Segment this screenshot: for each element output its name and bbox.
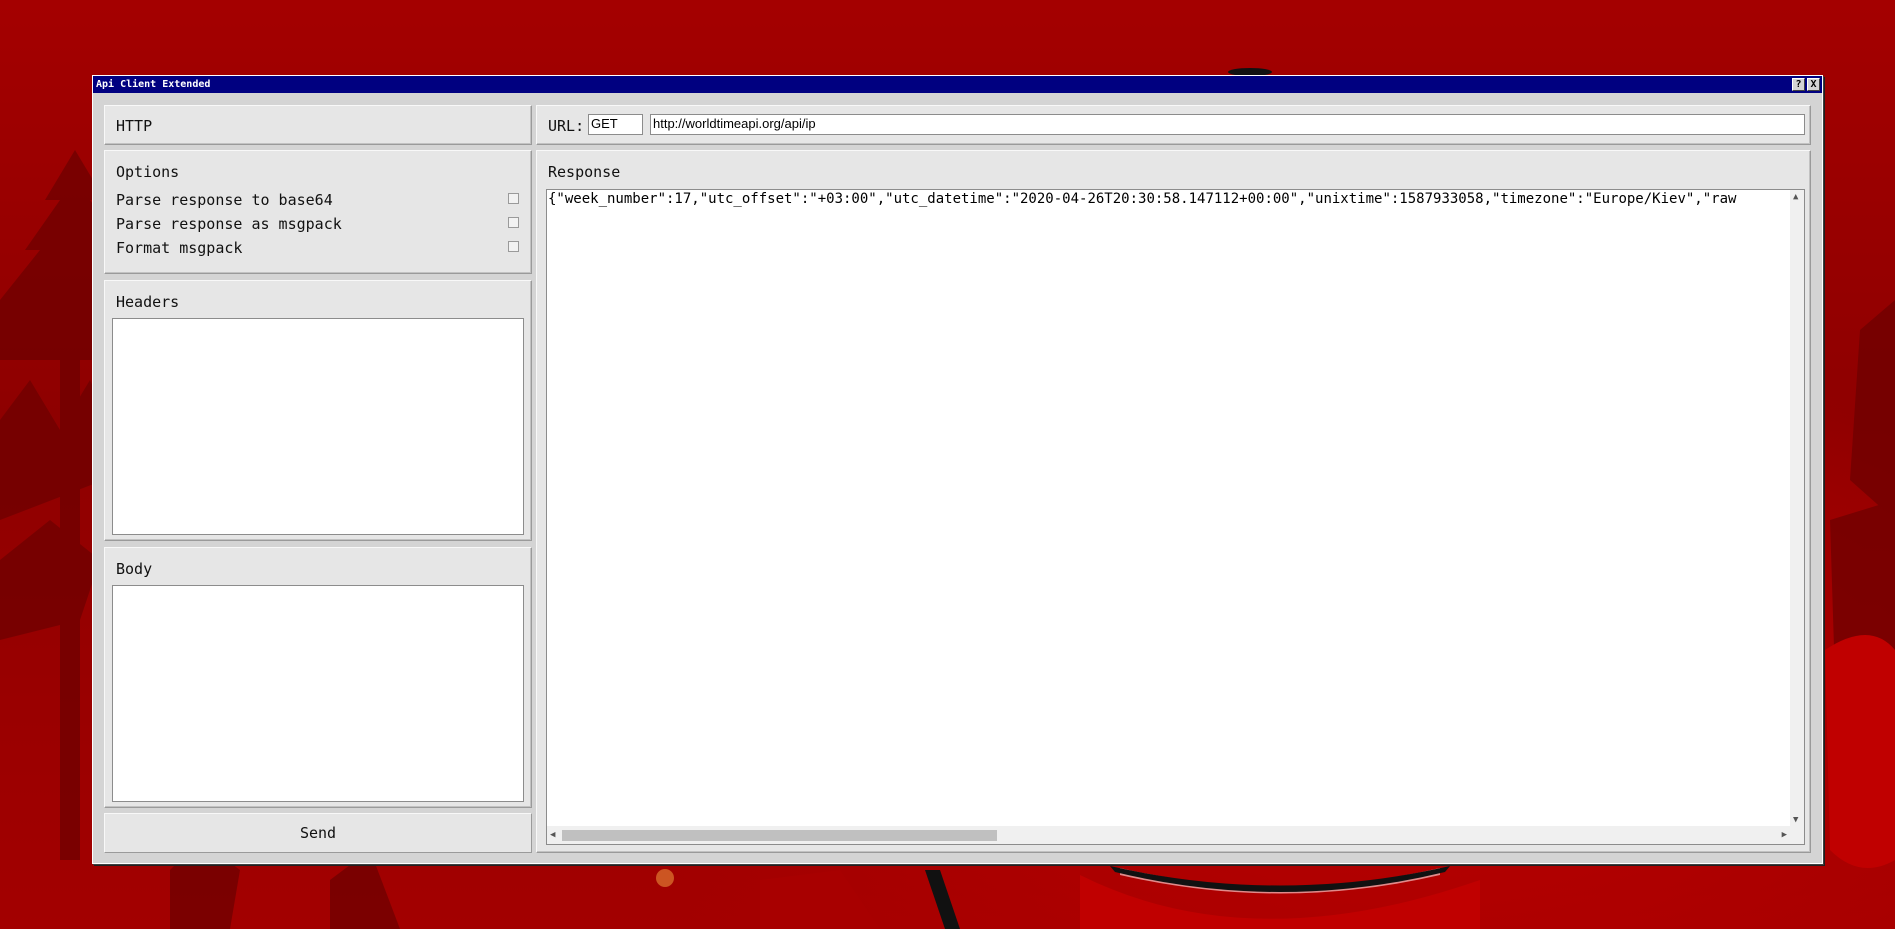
close-button[interactable]: X [1807,78,1820,91]
option-format-msgpack[interactable]: Format msgpack [116,239,519,259]
parse-msgpack-checkbox[interactable] [508,217,519,228]
url-label: URL: [548,117,585,135]
url-input[interactable]: http://worldtimeapi.org/api/ip [650,114,1805,135]
body-panel: Body [104,547,532,808]
window-title: Api Client Extended [96,79,211,90]
response-title: Response [548,163,621,181]
options-panel: Options Parse response to base64 Parse r… [104,150,532,274]
http-panel: HTTP [104,105,532,145]
scroll-left-icon[interactable]: ◀ [550,830,555,840]
window-titlebar[interactable]: Api Client Extended ? X [93,76,1822,93]
option-parse-base64[interactable]: Parse response to base64 [116,191,519,211]
response-panel: Response {"week_number":17,"utc_offset":… [536,150,1811,853]
response-horizontal-scrollbar[interactable]: ◀ ▶ [547,826,1804,844]
body-title: Body [116,560,153,578]
url-panel: URL: GET http://worldtimeapi.org/api/ip [536,105,1811,145]
method-input[interactable]: GET [588,114,643,135]
send-button[interactable]: Send [104,813,532,853]
parse-base64-checkbox[interactable] [508,193,519,204]
headers-textarea[interactable] [112,318,524,535]
scroll-down-icon[interactable]: ▼ [1793,815,1798,825]
body-textarea[interactable] [112,585,524,802]
response-vertical-scrollbar[interactable]: ▲ ▼ [1790,190,1804,826]
scroll-up-icon[interactable]: ▲ [1793,192,1798,202]
options-title: Options [116,163,180,181]
app-window: Api Client Extended ? X HTTP Options Par… [92,75,1823,864]
headers-panel: Headers [104,280,532,541]
response-textarea[interactable]: {"week_number":17,"utc_offset":"+03:00",… [546,189,1805,845]
option-label: Parse response as msgpack [116,215,342,233]
option-label: Format msgpack [116,239,243,257]
option-parse-msgpack[interactable]: Parse response as msgpack [116,215,519,235]
http-panel-title: HTTP [116,117,153,135]
horizontal-scroll-thumb[interactable] [562,830,997,841]
format-msgpack-checkbox[interactable] [508,241,519,252]
response-text: {"week_number":17,"utc_offset":"+03:00",… [548,191,1737,207]
headers-title: Headers [116,293,180,311]
help-button[interactable]: ? [1792,78,1805,91]
option-label: Parse response to base64 [116,191,333,209]
scroll-right-icon[interactable]: ▶ [1782,830,1787,840]
